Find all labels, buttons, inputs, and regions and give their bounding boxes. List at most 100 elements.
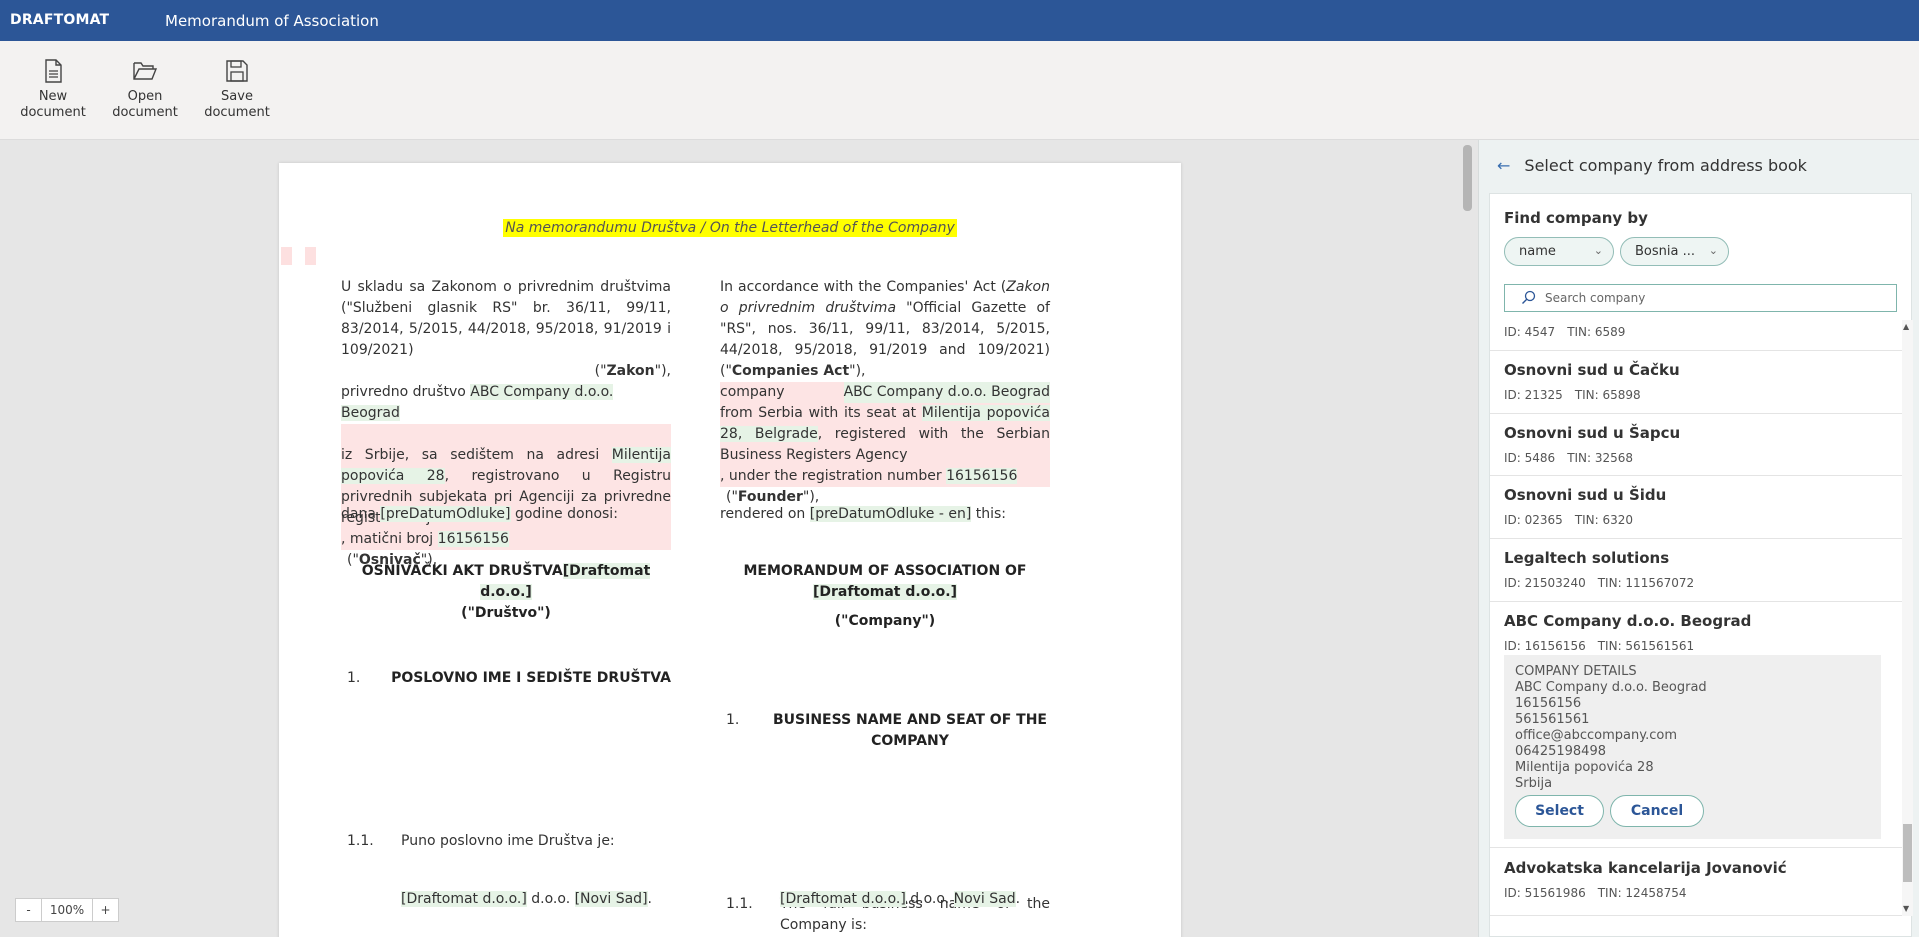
right-title-b: ("Company") [834, 613, 936, 629]
left-name-line: [Draftomat d.o.o.] d.o.o. [Novi Sad]. [341, 889, 671, 910]
company-name-field[interactable]: [Draftomat d.o.o.] [813, 584, 957, 600]
date-field[interactable]: [preDatumOdluke] [380, 506, 511, 522]
filter-field-select[interactable]: name ⌄ [1504, 237, 1614, 266]
left-section-1-1: 1.1. Puno poslovno ime Društva je: [341, 831, 671, 852]
list-item[interactable]: Advokatska kancelarija Jovanović ID: 515… [1490, 847, 1902, 916]
search-icon [1522, 290, 1536, 304]
list-item[interactable]: Osnovni sud u Šidu ID: 02365 TIN: 6320 [1490, 476, 1902, 539]
search-company-input[interactable]: Search company [1504, 284, 1897, 312]
right-name-end: . [1015, 891, 1021, 907]
scrollbar-thumb[interactable] [1903, 824, 1912, 882]
details-tin: 561561561 [1515, 712, 1590, 727]
company-details: COMPANY DETAILS ABC Company d.o.o. Beogr… [1504, 655, 1881, 839]
company-ids: ID: 21325 TIN: 65898 [1504, 388, 1641, 402]
zoom-out-button[interactable]: - [16, 899, 41, 921]
left-section-1-number: 1. [347, 670, 361, 686]
filter-country-value: Bosnia ... [1635, 244, 1695, 259]
company-ids: ID: 4547 TIN: 6589 [1504, 325, 1625, 339]
right-rendered-pre: rendered on [720, 506, 810, 522]
list-item[interactable]: Osnovni sud u Šapcu ID: 5486 TIN: 32568 [1490, 414, 1902, 476]
right-title-a: MEMORANDUM OF ASSOCIATION OF [743, 563, 1027, 579]
save-icon [226, 60, 248, 82]
right-title: MEMORANDUM OF ASSOCIATION OF [Draftomat d… [720, 561, 1050, 632]
company-name-field[interactable]: [Draftomat d.o.o.] [780, 891, 906, 907]
new-document-icon [45, 59, 62, 83]
left-name-end: . [647, 891, 652, 907]
right-rendered-post: this: [971, 506, 1007, 522]
comment-marker[interactable] [281, 247, 292, 265]
filter-country-select[interactable]: Bosnia ... ⌄ [1620, 237, 1729, 266]
right-reg-line[interactable]: , under the registration number 16156156 [720, 466, 1050, 487]
scroll-down-icon[interactable]: ▼ [1903, 904, 1909, 913]
list-item[interactable]: ID: 4547 TIN: 6589 [1490, 320, 1902, 351]
city-field[interactable]: Novi Sad [953, 891, 1016, 907]
left-title-b: ("Društvo") [461, 605, 551, 621]
letterhead: Na memorandumu Društva / On the Letterhe… [279, 219, 1181, 237]
left-dana-line: dana [preDatumOdluke] godine donosi: [341, 504, 671, 525]
details-name: ABC Company d.o.o. Beograd [1515, 680, 1707, 695]
left-intro-text: U skladu sa Zakonom o privrednim društvi… [341, 279, 671, 358]
left-maticni-line[interactable]: , matični broj 16156156 [341, 529, 671, 550]
details-country: Srbija [1515, 776, 1553, 791]
document-scrollbar[interactable] [1463, 145, 1472, 211]
cancel-button[interactable]: Cancel [1610, 795, 1704, 827]
company-ids: ID: 5486 TIN: 32568 [1504, 451, 1633, 465]
registration-field[interactable]: 16156156 [437, 531, 509, 547]
company-tin: TIN: 6320 [1574, 513, 1634, 527]
left-zakon-line: ("Zakon"), [341, 361, 671, 382]
left-zakon: Zakon [606, 363, 655, 379]
document-page[interactable]: Na memorandumu Društva / On the Letterhe… [279, 163, 1181, 937]
right-intro-c: "), [849, 363, 866, 379]
left-section-1-title: POSLOVNO IME I SEDIŠTE DRUŠTVA [391, 670, 671, 686]
company-tin: TIN: 32568 [1567, 451, 1634, 465]
company-name: Osnovni sud u Šapcu [1504, 424, 1681, 442]
company-field[interactable]: ABC Company d.o.o. Beograd [843, 382, 1050, 403]
zoom-in-button[interactable]: + [93, 899, 118, 921]
right-column: In accordance with the Companies' Act (Z… [720, 277, 1051, 508]
save-document-button[interactable]: Save document [192, 59, 282, 121]
right-founder-close: "), [802, 489, 820, 505]
company-list: ID: 4547 TIN: 6589 Osnovni sud u Čačku ID… [1490, 320, 1902, 916]
left-section-1-1-number: 1.1. [347, 833, 374, 849]
right-reg-label: , under the registration number [720, 468, 947, 484]
right-intro-a: In accordance with the Companies' Act ( [720, 279, 1007, 295]
scroll-up-icon[interactable]: ▲ [1903, 322, 1909, 331]
left-company-line: privredno društvo ABC Company d.o.o. Beo… [341, 382, 671, 424]
right-section-1-title: BUSINESS NAME AND SEAT OF THE COMPANY [773, 712, 1047, 749]
letterhead-text: Na memorandumu Društva / On the Letterhe… [503, 219, 957, 237]
chevron-down-icon: ⌄ [1708, 244, 1718, 257]
list-item[interactable]: Osnovni sud u Čačku ID: 21325 TIN: 65898 [1490, 351, 1902, 414]
back-arrow-icon[interactable]: ← [1497, 156, 1510, 175]
right-founder-open: (" [726, 489, 738, 505]
left-maticni-label: , matični broj [341, 531, 438, 547]
document-workarea: Na memorandumu Društva / On the Letterhe… [0, 140, 1478, 937]
select-button[interactable]: Select [1515, 795, 1604, 827]
open-document-button[interactable]: Open document [100, 59, 190, 121]
comment-marker[interactable] [305, 247, 316, 265]
app-logo[interactable]: DRAFTOMAT [10, 12, 109, 28]
right-name-mid: d.o.o. [905, 891, 954, 907]
right-intro-paragraph: In accordance with the Companies' Act (Z… [720, 277, 1050, 382]
company-name: ABC Company d.o.o. Beograd [1504, 612, 1752, 630]
list-item[interactable]: Legaltech solutions ID: 21503240 TIN: 111… [1490, 539, 1902, 602]
company-name-field[interactable]: [Draftomat d.o.o.] [401, 891, 527, 907]
date-field[interactable]: [preDatumOdluke - en] [809, 506, 972, 522]
left-zakon-open: (" [594, 363, 607, 379]
right-company-line[interactable]: company ABC Company d.o.o. Beograd [720, 382, 1050, 403]
left-intro-paragraph: U skladu sa Zakonom o privrednim društvi… [341, 277, 671, 361]
city-field[interactable]: [Novi Sad] [574, 891, 648, 907]
company-ids: ID: 21503240 TIN: 111567072 [1504, 576, 1694, 590]
right-seat-paragraph[interactable]: from Serbia with its seat at Milentija p… [720, 403, 1051, 466]
new-document-button[interactable]: New document [8, 59, 98, 121]
chevron-down-icon: ⌄ [1593, 244, 1603, 257]
company-id: ID: 51561986 [1504, 886, 1586, 900]
panel-title: Select company from address book [1524, 156, 1807, 175]
company-tin: TIN: 65898 [1574, 388, 1641, 402]
company-tin: TIN: 6589 [1567, 325, 1626, 339]
details-address: Milentija popovića 28 [1515, 760, 1654, 775]
right-intro-bold: Companies Act [731, 363, 850, 379]
left-seat-text-a: iz Srbije, sa sedištem na adresi [341, 447, 612, 463]
company-list-scrollbar[interactable]: ▲ ▼ [1902, 320, 1913, 916]
left-name-mid: d.o.o. [526, 891, 575, 907]
registration-field[interactable]: 16156156 [946, 468, 1018, 484]
